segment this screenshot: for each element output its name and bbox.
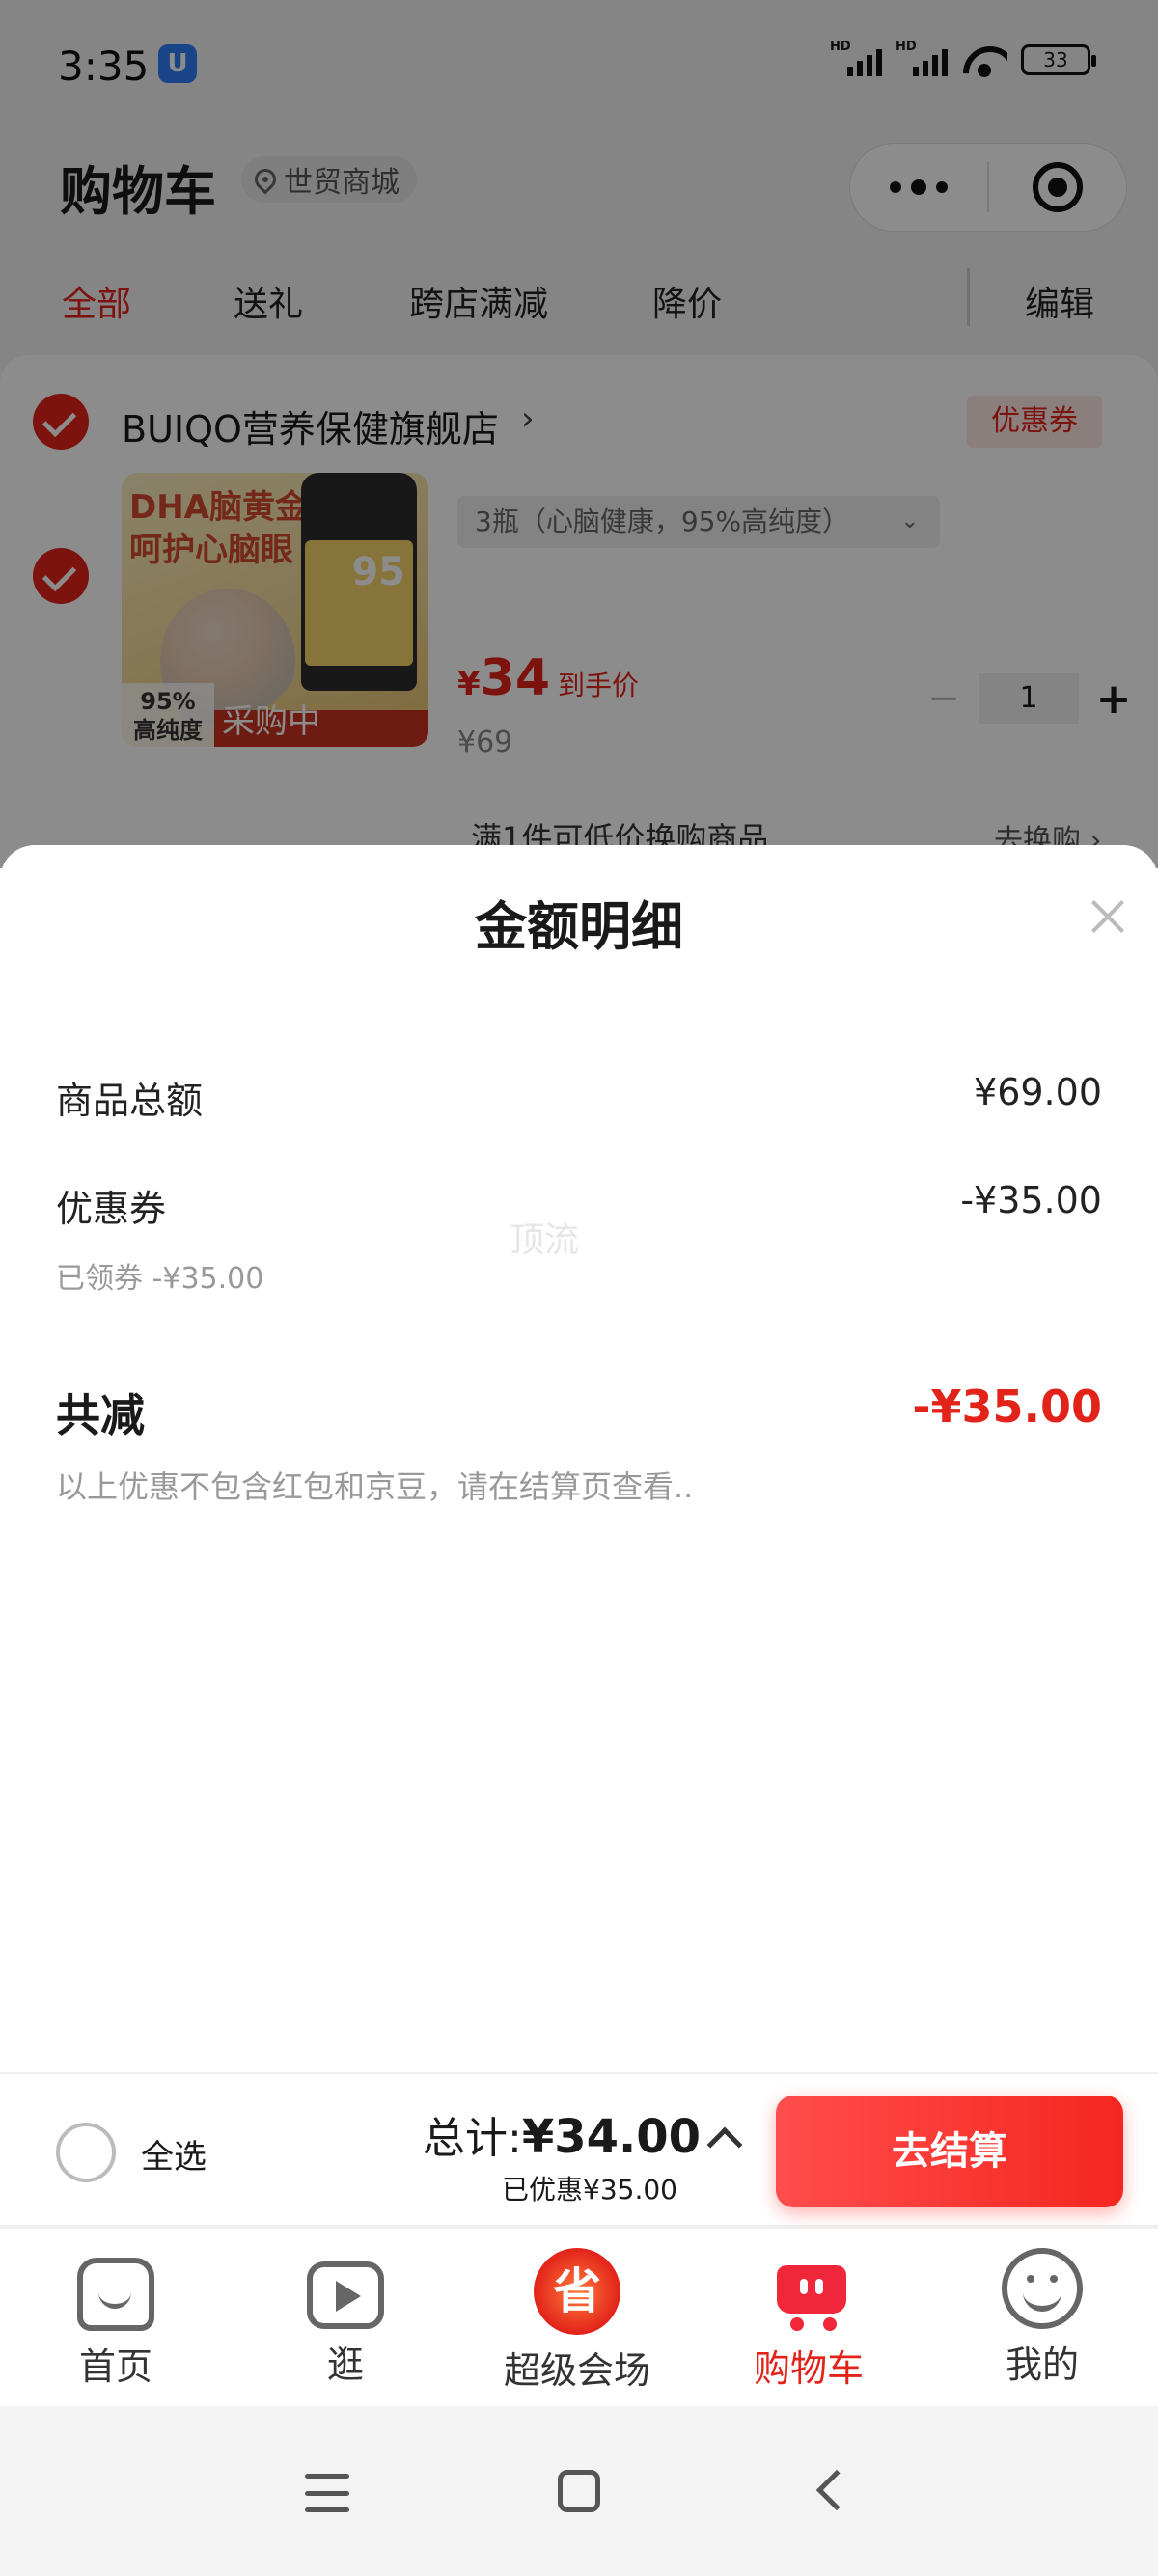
- total-reduce-value: -¥35.00: [912, 1381, 1102, 1433]
- smile-icon: [1002, 2248, 1083, 2329]
- watermark: 顶流: [510, 1220, 580, 1260]
- checkout-bar: 全选 总计:¥34.00 已优惠¥35.00 去结算: [0, 2072, 1158, 2227]
- close-icon[interactable]: [1090, 899, 1125, 934]
- tab-cart[interactable]: 购物车: [712, 2248, 905, 2392]
- tab-home[interactable]: 首页: [19, 2248, 212, 2390]
- select-all-label[interactable]: 全选: [141, 2130, 207, 2178]
- menu-icon[interactable]: [305, 2474, 349, 2512]
- home-icon: [77, 2258, 154, 2331]
- system-navigation-bar: [0, 2406, 1158, 2576]
- cart-icon: [765, 2256, 852, 2333]
- tab-browse[interactable]: 逛: [249, 2248, 442, 2388]
- select-all-radio[interactable]: [56, 2123, 116, 2182]
- discount-note: 以上优惠不包含红包和京豆，请在结算页查看..: [56, 1468, 694, 1505]
- super-venue-icon: 省: [534, 2248, 620, 2335]
- tab-label: 我的: [1005, 2343, 1079, 2386]
- goods-total-label: 商品总额: [56, 1080, 204, 1122]
- tab-label: 逛: [326, 2343, 364, 2386]
- play-icon: [307, 2261, 384, 2329]
- tab-me[interactable]: 我的: [946, 2248, 1139, 2388]
- coupon-label: 优惠券: [56, 1188, 167, 1230]
- total-prefix: 总计:: [423, 2114, 522, 2163]
- saved-amount: 已优惠¥35.00: [502, 2174, 677, 2206]
- bottom-tab-bar: 首页 逛 省 超级会场 购物车 我的: [0, 2229, 1158, 2406]
- home-button-icon[interactable]: [558, 2470, 600, 2512]
- checkout-button[interactable]: 去结算: [776, 2096, 1123, 2207]
- amount-detail-sheet: 金额明细 商品总额 ¥69.00 优惠券 -¥35.00 已领券 -¥35.00…: [0, 845, 1158, 2072]
- modal-overlay[interactable]: [0, 0, 1158, 868]
- total-amount: ¥34.00: [521, 2110, 702, 2164]
- total-price: 总计:¥34.00: [423, 2103, 701, 2165]
- sheet-title: 金额明细: [475, 896, 683, 957]
- coupon-sub-label: 已领券 -¥35.00: [56, 1262, 264, 1296]
- total-reduce-label: 共减: [56, 1389, 145, 1441]
- tab-label: 超级会场: [503, 2349, 650, 2392]
- goods-total-value: ¥69.00: [974, 1071, 1102, 1113]
- coupon-value: -¥35.00: [960, 1179, 1102, 1221]
- tab-super-venue[interactable]: 省 超级会场: [481, 2248, 674, 2394]
- tab-label: 首页: [78, 2345, 152, 2388]
- back-icon[interactable]: [815, 2469, 858, 2511]
- chevron-up-icon[interactable]: [706, 2126, 743, 2163]
- tab-label: 购物车: [753, 2347, 864, 2390]
